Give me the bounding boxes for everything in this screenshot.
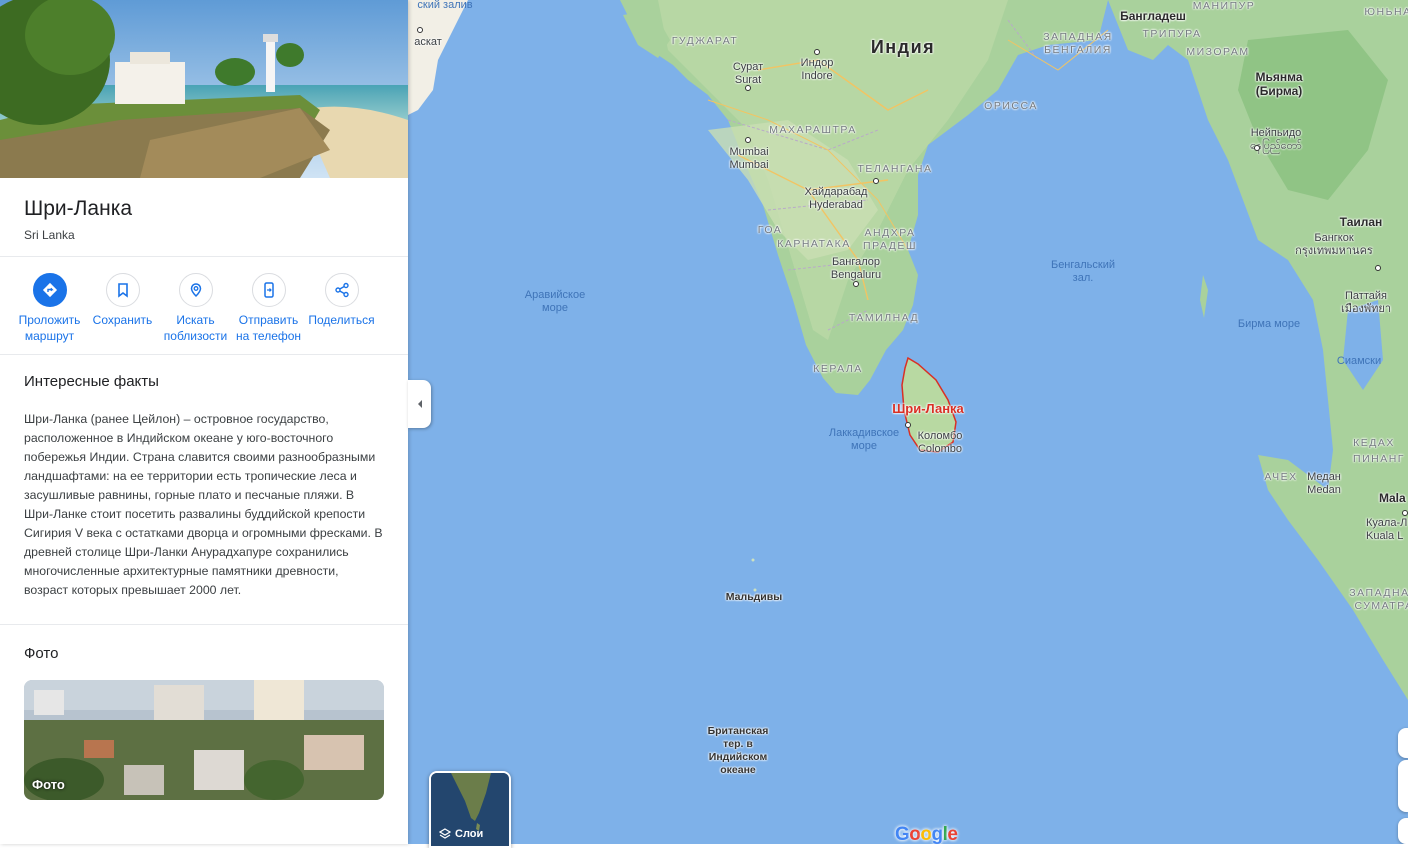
map-label-kerala: КЕРАЛА (813, 363, 863, 375)
map-label-surat: Сурат Surat (732, 61, 764, 86)
map-label-goa: ГОА (757, 224, 783, 236)
search-nearby-label: Искать поблизости (163, 313, 228, 343)
facts-text: Шри-Ланка (ранее Цейлон) – островное гос… (24, 412, 383, 597)
city-dot (905, 422, 911, 428)
city-dot (853, 281, 859, 287)
facts-title: Интересные факты (24, 373, 159, 390)
map-label-gulf: ский залив (417, 0, 473, 11)
map-label-bangkok: Бангкок กรุงเทพมหานคร (1295, 232, 1373, 257)
layers-button[interactable]: Слои (429, 771, 511, 848)
collapse-panel-button[interactable] (408, 380, 431, 428)
hero-photo-image (0, 0, 408, 178)
map-label-west-bengal: ЗАПАДНАЯ БЕНГАЛИЯ (1043, 31, 1113, 56)
hero-photo[interactable] (0, 0, 408, 178)
directions-button[interactable]: Проложить маршрут (13, 273, 86, 344)
share-button[interactable]: Поделиться (305, 273, 378, 344)
send-to-phone-button[interactable]: Отправить на телефон (232, 273, 305, 344)
share-icon (324, 273, 359, 307)
share-label: Поделиться (308, 313, 375, 327)
layers-label: Слои (455, 828, 484, 840)
map-label-karachi: аскат (414, 36, 442, 48)
photos-title: Фото (24, 645, 59, 662)
city-dot (1402, 510, 1408, 516)
place-panel: Шри-Ланка Sri Lanka Проложить маршрут Со… (0, 0, 408, 844)
map-label-biot: Британская тер. в Индийском океане (707, 725, 769, 776)
place-header: Шри-Ланка Sri Lanka (0, 178, 408, 257)
google-logo: Google (895, 824, 958, 844)
map-label-myanmar: Мьянма (Бирма) (1255, 70, 1303, 98)
action-bar: Проложить маршрут Сохранить Искать побли… (0, 257, 408, 355)
nearby-icon (178, 273, 213, 307)
map-label-selected-srilanka[interactable]: Шри-Ланка (892, 402, 964, 415)
map-label-bay-of-bengal: Бенгальский зал. (1050, 259, 1116, 284)
facts-section: Интересные факты Шри-Ланка (ранее Цейлон… (0, 355, 408, 625)
save-label: Сохранить (92, 313, 153, 327)
send-to-phone-icon (251, 273, 286, 307)
photo-card[interactable]: Фото (24, 680, 384, 800)
directions-label: Проложить маршрут (18, 313, 81, 343)
map-label-kedah: КЕДАХ (1353, 437, 1395, 449)
map-label-india: Индия (870, 37, 936, 57)
place-subtitle: Sri Lanka (24, 228, 75, 242)
zoom-control[interactable] (1398, 728, 1408, 758)
map-label-orissa: ОРИССА (984, 100, 1038, 112)
layers-icon (439, 828, 451, 839)
photo-thumbnail (24, 680, 384, 800)
map-label-malaysia: Mala (1379, 491, 1406, 505)
map-label-andhra: АНДХРА ПРАДЕШ (863, 227, 917, 252)
city-dot (873, 178, 879, 184)
search-nearby-button[interactable]: Искать поблизости (159, 273, 232, 344)
map-label-pinang: ПИНАНГ (1353, 453, 1405, 465)
city-dot (814, 49, 820, 55)
bookmark-icon (105, 273, 140, 307)
save-button[interactable]: Сохранить (86, 273, 159, 344)
map-label-manipur: МАНИПУР (1192, 0, 1256, 12)
city-dot (1254, 145, 1260, 151)
map-label-bangladesh: Бангладеш (1120, 9, 1186, 23)
map-label-pattaya: Паттайя เมืองพัทยา (1340, 290, 1392, 315)
map-label-mumbai: Mumbai Mumbai (729, 146, 769, 171)
map-label-telangana: ТЕЛАНГАНА (857, 163, 933, 175)
city-dot (745, 85, 751, 91)
map-label-medan: Медан Medan (1307, 471, 1341, 496)
pegman-control[interactable] (1398, 818, 1408, 844)
map-label-tripura: ТРИПУРА (1142, 28, 1202, 40)
send-to-phone-label: Отправить на телефон (235, 313, 302, 343)
map-label-siam-gulf: Сиамски (1336, 355, 1382, 367)
map-label-gujarat: ГУДЖАРАТ (671, 35, 739, 47)
map-label-kuala-lumpur: Куала-Л Kuala L (1366, 517, 1408, 542)
map-label-arabian-sea: Аравийское море (524, 289, 586, 314)
map-label-indore: Индор Indore (800, 57, 834, 82)
map-label-karnataka: КАРНАТАКА (777, 238, 851, 250)
place-title: Шри-Ланка (24, 197, 133, 220)
city-dot (417, 27, 423, 33)
map-label-thailand: Таилан (1339, 215, 1383, 229)
map-label-colombo: Коломбо Colombo (917, 430, 963, 455)
map-controls[interactable] (1398, 760, 1408, 812)
map-label-aceh: АЧЕХ (1264, 471, 1298, 483)
map-label-maharashtra: МАХАРАШТРА (769, 124, 857, 136)
city-dot (1375, 265, 1381, 271)
map-canvas[interactable]: ский залив аскат ГУДЖАРАТ Индия Бангладе… (408, 0, 1408, 844)
photos-section: Фото Фото (0, 625, 408, 820)
map-label-bangalore: Бангалор Bengaluru (830, 256, 882, 281)
layers-label-wrap: Слои (439, 828, 483, 840)
map-label-tamilnadu: ТАМИЛНАД (848, 312, 920, 324)
map-label-burma-sea: Бирма море (1237, 318, 1301, 330)
photo-card-label: Фото (32, 777, 65, 792)
city-dot (745, 137, 751, 143)
map-label-yunnan: ЮНЬНА (1364, 6, 1408, 18)
map-label-maldives: Мальдивы (725, 591, 783, 603)
directions-icon (32, 273, 67, 307)
chevron-left-icon (417, 400, 422, 408)
map-label-mizoram: МИЗОРАМ (1186, 46, 1250, 58)
map-label-laccadive-sea: Лаккадивское море (828, 427, 900, 452)
map-label-west-sumatra: ЗАПАДНАЯ СУМАТРА (1349, 587, 1408, 612)
map-label-hyderabad: Хайдарабад Hyderabad (804, 186, 868, 211)
